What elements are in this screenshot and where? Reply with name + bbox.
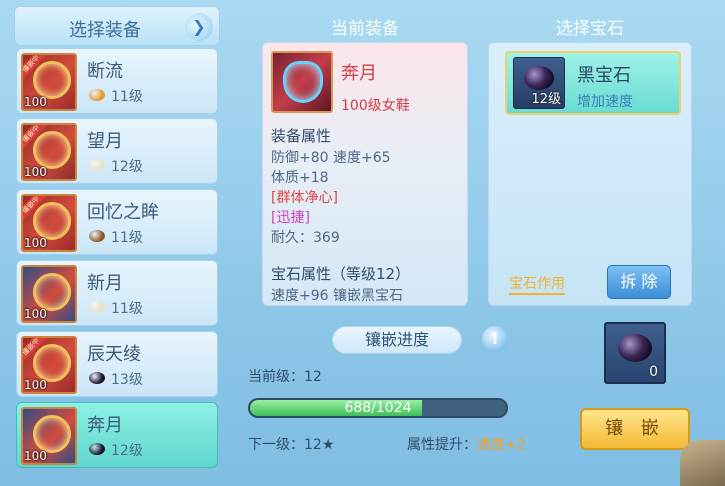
attr-increase-value: 速度+2 (477, 437, 526, 453)
gem-icon (89, 372, 105, 384)
equipment-list: 选择装备 ❯ 镶嵌中 100 断流 11级 镶嵌中 100 望月 12级 镶嵌中 100 回忆之眸 1… (14, 6, 220, 474)
equipment-thumb: 镶嵌中 100 (21, 194, 77, 252)
gem-attr-title: 宝石属性（等级12） (271, 265, 411, 283)
current-equipment-card: 奔月 100级女鞋 装备属性 防御+80 速度+65 体质+18 [群体净心] … (262, 42, 468, 306)
next-level: 下一级：12★ (248, 437, 335, 453)
gem-icon (89, 159, 105, 171)
gem-icon (89, 230, 105, 242)
equipment-level: 100 (24, 449, 47, 463)
equipment-icon (33, 202, 71, 240)
equipment-thumb: 镶嵌中 100 (21, 53, 77, 111)
equipment-level: 100 (24, 95, 47, 109)
current-equipment-desc: 100级女鞋 (341, 98, 410, 114)
durability: 耐久：369 (271, 230, 340, 246)
equipment-name: 回忆之眸 (87, 202, 159, 223)
attr-increase: 属性提升：速度+2 (407, 434, 526, 454)
gem-name: 黑宝石 (577, 65, 631, 86)
current-equipment-name: 奔月 (341, 63, 377, 84)
equipment-item[interactable]: 100 新月 11级 (16, 260, 218, 326)
equipment-name: 辰天绫 (87, 344, 141, 365)
equipment-level: 100 (24, 378, 47, 392)
inlay-button[interactable]: 镶 嵌 (580, 408, 690, 450)
current-level: 当前级：12 (248, 369, 322, 385)
equipment-level: 100 (24, 307, 47, 321)
decoration (680, 440, 725, 486)
gem-icon (89, 443, 105, 455)
gem-card[interactable]: 12级 黑宝石 增加速度 (505, 51, 681, 115)
collapse-icon[interactable]: ❯ (185, 13, 213, 41)
gem-inlay-panel: 选择装备 ❯ 镶嵌中 100 断流 11级 镶嵌中 100 望月 12级 镶嵌中 100 回忆之眸 1… (0, 0, 725, 486)
gem-level: 12级 (111, 443, 143, 459)
gem-level: 13级 (111, 372, 143, 388)
gem-level: 11级 (111, 89, 143, 105)
special-effect: [群体净心] (271, 190, 338, 206)
gem-attr-line: 速度+96 镶嵌黑宝石 (271, 288, 403, 304)
equipment-attr-line: 防御+80 速度+65 (271, 150, 391, 166)
black-gem-icon (618, 334, 652, 362)
equipment-icon (33, 415, 71, 453)
gem-effect-link[interactable]: 宝石作用 (509, 273, 565, 295)
special-skill: [迅捷] (271, 210, 310, 226)
info-icon[interactable]: ! (482, 326, 508, 352)
black-gem-icon (524, 66, 554, 90)
equipment-name: 断流 (87, 61, 123, 82)
equipment-icon (33, 131, 71, 169)
equipment-level: 100 (24, 165, 47, 179)
equipment-item[interactable]: 镶嵌中 100 断流 11级 (16, 48, 218, 114)
attr-increase-label: 属性提升： (407, 437, 477, 453)
equipment-icon (33, 273, 71, 311)
progress-text: 688/1024 (344, 400, 412, 416)
equipment-icon (33, 344, 71, 382)
remove-button[interactable]: 拆 除 (607, 265, 671, 299)
select-gem-title: 选择宝石 (556, 19, 624, 39)
equipment-item[interactable]: 镶嵌中 100 回忆之眸 11级 (16, 189, 218, 255)
equipment-name: 新月 (87, 273, 123, 294)
equipment-level: 100 (24, 236, 47, 250)
equipment-list-header: 选择装备 ❯ (14, 6, 220, 46)
equipment-thumb: 镶嵌中 100 (21, 123, 77, 181)
gem-icon (89, 89, 105, 101)
equipment-attr-title: 装备属性 (271, 127, 332, 145)
current-equipment-title: 当前装备 (331, 19, 399, 39)
gem-thumb: 12级 (513, 57, 565, 109)
gem-level: 12级 (531, 92, 561, 107)
shoes-icon (283, 61, 323, 103)
current-equipment-thumb (271, 51, 333, 113)
equipment-icon (33, 61, 71, 99)
equipment-item[interactable]: 100 奔月 12级 (16, 402, 218, 468)
equipment-attr-line: 体质+18 (271, 170, 329, 186)
gem-level: 11级 (111, 301, 143, 317)
progress-bar: 688/1024 (248, 398, 508, 418)
equipment-thumb: 镶嵌中 100 (21, 336, 77, 394)
inlay-progress-label: 镶嵌进度 (332, 326, 462, 354)
equipment-name: 望月 (87, 131, 123, 152)
gem-level: 12级 (111, 159, 143, 175)
gem-level: 11级 (111, 230, 143, 246)
gem-slot[interactable]: 0 (604, 322, 666, 384)
equipment-item[interactable]: 镶嵌中 100 望月 12级 (16, 118, 218, 184)
equipment-item[interactable]: 镶嵌中 100 辰天绫 13级 (16, 331, 218, 397)
equipment-thumb: 100 (21, 407, 77, 465)
equipment-name: 奔月 (87, 415, 123, 436)
gem-icon (89, 301, 105, 313)
gem-effect: 增加速度 (577, 94, 633, 110)
gem-list-panel: 12级 黑宝石 增加速度 宝石作用 拆 除 (488, 42, 692, 306)
equipment-list-title: 选择装备 (69, 20, 141, 41)
equipment-thumb: 100 (21, 265, 77, 323)
gem-count: 0 (649, 364, 658, 380)
